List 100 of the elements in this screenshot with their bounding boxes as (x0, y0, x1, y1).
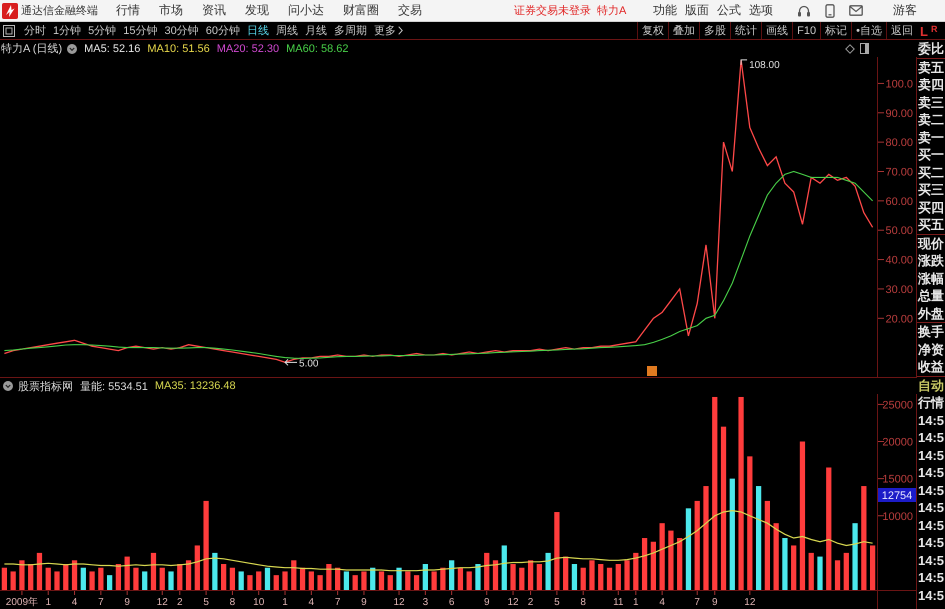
menu-item[interactable]: 资讯 (202, 2, 226, 19)
axis-label: 10000 (882, 510, 913, 523)
indicator-value: MA60: 58.62 (286, 42, 349, 54)
date-label: 8 (580, 597, 586, 608)
marker-icon[interactable] (647, 366, 657, 376)
corner-label[interactable]: R (930, 22, 938, 37)
axis-label: 60.00 (885, 196, 913, 208)
panel-icon[interactable] (860, 43, 869, 54)
tick-mark (878, 171, 884, 172)
tick-mark (582, 590, 584, 596)
square-icon[interactable] (3, 24, 15, 36)
tick-mark (451, 590, 452, 596)
axis-label: 70.00 (885, 166, 913, 178)
corner-label[interactable]: L (920, 24, 928, 39)
quote-field-label: 14:5 (917, 429, 945, 446)
quote-field-label: 涨跌 (917, 252, 945, 270)
tick-mark (878, 230, 884, 231)
tick-mark (126, 590, 128, 596)
tick-mark (878, 318, 884, 319)
tick-mark (878, 288, 884, 290)
menu-item[interactable]: 发现 (245, 2, 269, 19)
indicator-value: MA10: 51.56 (147, 42, 210, 54)
period-tab[interactable]: 分时 (24, 22, 46, 38)
menu-item[interactable]: 版面 (685, 2, 709, 19)
date-label: 4 (659, 597, 665, 608)
quote-field-label: 涨幅 (917, 270, 945, 287)
tick-mark (530, 590, 532, 596)
date-label: 10 (253, 597, 264, 608)
tick-mark (310, 590, 312, 596)
quote-field-label: 14:5 (917, 569, 945, 586)
quote-field-label: 14:5 (917, 482, 945, 499)
axis-label: 80.00 (885, 137, 913, 150)
menu-item[interactable]: 财富圈 (343, 2, 379, 19)
menu-item[interactable]: 市场 (159, 2, 183, 19)
user-name[interactable]: 游客 (893, 2, 917, 19)
quote-field-label: 14:5 (917, 586, 945, 604)
headset-icon[interactable] (797, 4, 811, 18)
date-label: 7 (694, 597, 700, 608)
axis-label: 90.00 (885, 108, 913, 120)
quote-field-label: 委比 (917, 40, 945, 58)
period-tab[interactable]: 日线 (247, 22, 269, 38)
tick-mark (179, 590, 180, 596)
axis-label: 100.0 (885, 78, 913, 90)
tick-mark (48, 590, 49, 596)
axis-label: 25000 (882, 399, 913, 412)
logo-icon[interactable] (2, 2, 18, 18)
diamond-icon[interactable] (845, 44, 855, 54)
axis-label: 30.00 (885, 284, 913, 296)
tick-mark (878, 82, 884, 84)
phone-icon[interactable] (825, 4, 835, 18)
tick-mark (749, 590, 750, 596)
quote-field-label: 行情 (917, 394, 945, 412)
menu-item[interactable]: 问小达 (288, 2, 324, 19)
menu-item[interactable]: 选项 (749, 2, 773, 19)
date-label: 2009年 (6, 597, 38, 608)
indicator-value: MA5: 52.16 (84, 42, 140, 54)
menu-item[interactable]: 行情 (116, 2, 140, 19)
period-tab[interactable]: 60分钟 (206, 22, 240, 38)
tick-mark (337, 590, 338, 596)
axis-label: 15000 (882, 474, 913, 486)
tick-mark (556, 590, 558, 596)
leader-line (740, 59, 748, 66)
quote-field-label: 总量 (917, 287, 945, 304)
period-tab[interactable]: 多周期 (334, 22, 367, 38)
quote-field-label: 卖二 (917, 111, 945, 128)
quote-field-label: 收益 (917, 358, 945, 376)
period-tab[interactable]: 5分钟 (88, 22, 116, 38)
quote-field-label: 外盘 (917, 304, 945, 322)
date-label: 4 (308, 597, 314, 608)
date-label: 11 (613, 597, 624, 608)
date-label: 9 (712, 597, 718, 608)
chevron-circle-icon[interactable] (67, 44, 78, 54)
date-label: 9 (361, 597, 367, 608)
menu-item[interactable]: 交易 (398, 2, 422, 19)
app-title: 通达信金融终端 (21, 4, 98, 18)
tick-mark (486, 590, 488, 596)
tick-mark (512, 590, 514, 596)
date-label: 1 (282, 597, 288, 608)
quote-field-label: 卖四 (917, 76, 945, 94)
envelope-icon[interactable] (849, 5, 863, 16)
period-tab[interactable]: 1分钟 (53, 22, 82, 38)
tick-mark (878, 259, 884, 260)
menu-item[interactable]: 功能 (653, 2, 677, 19)
tick-mark (162, 590, 163, 596)
more-button[interactable]: 更多 (374, 22, 403, 38)
tick-mark (284, 590, 286, 596)
tick-mark (878, 404, 884, 405)
date-label: 6 (448, 597, 454, 608)
login-status[interactable]: 证券交易未登录 (514, 3, 591, 18)
period-tab[interactable]: 30分钟 (164, 22, 199, 38)
period-tab[interactable]: 月线 (305, 22, 327, 38)
current-value-label: 12754 (878, 488, 916, 502)
tick-mark (878, 112, 884, 114)
tick-mark (662, 590, 663, 596)
chevron-icon (398, 26, 403, 35)
period-tab[interactable]: 周线 (276, 22, 298, 38)
tick-mark (878, 200, 884, 202)
menu-item[interactable]: 公式 (717, 2, 741, 19)
chevron-circle-icon[interactable] (3, 381, 13, 391)
period-tab[interactable]: 15分钟 (123, 22, 158, 38)
